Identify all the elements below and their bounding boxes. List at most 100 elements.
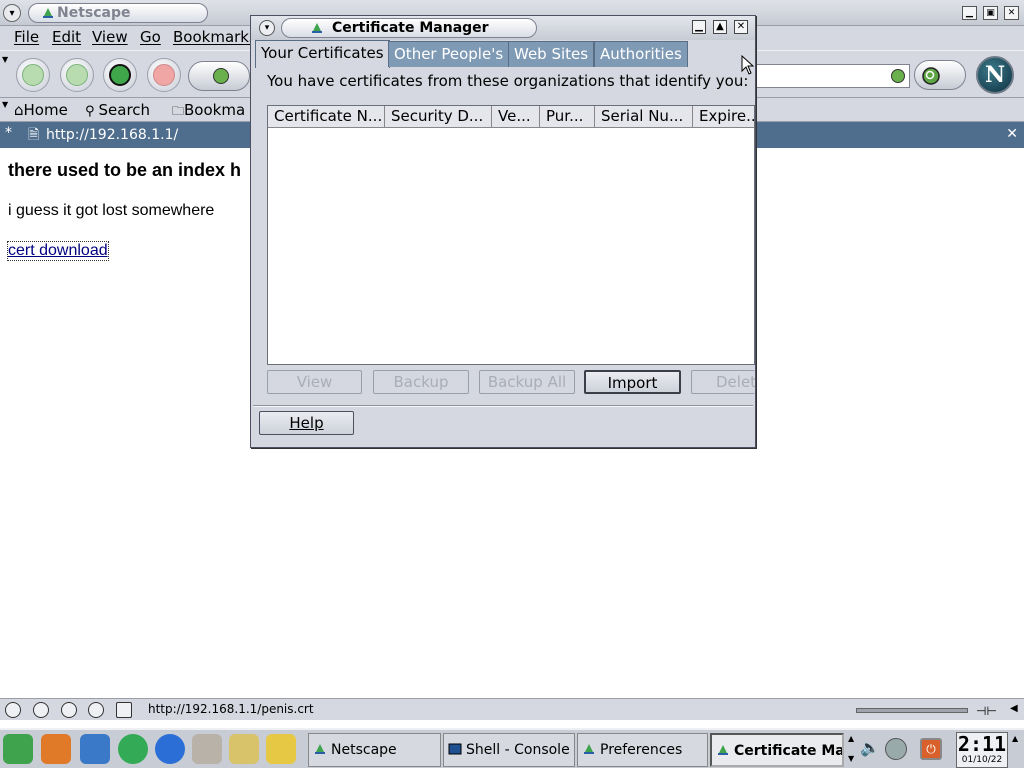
task-certificate-manager[interactable]: Certificate Man — [710, 733, 844, 767]
folder-icon: 🗀 — [172, 104, 185, 118]
netscape-throbber-icon[interactable]: N — [976, 56, 1014, 94]
cube-launcher-icon[interactable] — [80, 734, 110, 764]
printer-launcher-icon[interactable] — [192, 734, 222, 764]
globe-launcher-icon[interactable] — [155, 734, 185, 764]
column-header-version[interactable]: Ve... — [492, 106, 540, 128]
tab-your-certificates[interactable]: Your Certificates — [255, 40, 390, 68]
connection-plug-icon: ⊣⊢ — [976, 704, 997, 718]
url-history-icon[interactable] — [891, 69, 905, 83]
search-icon: ⚲ — [85, 104, 95, 119]
bookmarks-folder-button[interactable]: 🗀Bookma — [172, 101, 245, 123]
dialog-title: Certificate Manager — [281, 18, 537, 38]
dialog-title-text: Certificate Manager — [332, 20, 489, 36]
browser-title: Netscape — [28, 3, 208, 23]
mandrake-logo-icon — [315, 744, 325, 754]
minimize-button[interactable]: ▁ — [962, 6, 977, 20]
column-header-certificate-name[interactable]: Certificate N... — [268, 106, 385, 128]
reload-button[interactable] — [103, 58, 137, 92]
maximize-button[interactable]: ▣ — [983, 6, 998, 20]
status-url: http://192.168.1.1/penis.crt — [148, 702, 314, 716]
forward-button[interactable] — [60, 58, 94, 92]
tools-icon[interactable] — [88, 702, 104, 718]
back-button[interactable] — [16, 58, 50, 92]
magnifier-icon — [922, 67, 940, 85]
mandrake-logo-icon — [43, 8, 53, 18]
tab-current-page[interactable]: 🗎 http://192.168.1.1/ — [22, 124, 252, 148]
tray-arrow-icon[interactable]: ▲ — [1012, 734, 1018, 743]
user-icon[interactable] — [885, 738, 907, 760]
view-button[interactable]: View — [267, 370, 362, 394]
mail-icon[interactable] — [33, 702, 49, 718]
delete-button[interactable]: Delet — [691, 370, 755, 394]
browser-title-text: Netscape — [57, 5, 131, 21]
window-menu-icon[interactable]: ▾ — [3, 4, 21, 22]
page-document-icon: 🗎 — [28, 127, 40, 143]
dialog-separator — [253, 405, 753, 407]
runner-launcher-icon[interactable] — [118, 734, 148, 764]
mandrake-logo-icon — [584, 744, 594, 754]
menu-edit[interactable]: Edit — [52, 28, 81, 46]
toolbar-grippy-icon[interactable]: ▼ — [2, 55, 8, 64]
column-header-expires[interactable]: Expire... — [693, 106, 754, 128]
task-scroll-down-icon[interactable]: ▼ — [848, 754, 854, 763]
tab-authorities[interactable]: Authorities — [594, 41, 688, 67]
pencil-launcher-icon[interactable] — [266, 734, 296, 764]
search-button[interactable] — [914, 60, 966, 90]
task-scroll-up-icon[interactable]: ▲ — [848, 734, 854, 743]
menu-view[interactable]: View — [92, 28, 128, 46]
taskbar: Netscape Shell - Console Preferences Cer… — [0, 728, 1024, 768]
mandrake-logo-icon — [312, 23, 322, 33]
console-icon — [448, 743, 462, 755]
backup-button[interactable]: Backup — [373, 370, 469, 394]
speaker-icon[interactable]: 🔈 — [860, 738, 882, 760]
help-button[interactable]: Help — [259, 411, 354, 435]
dialog-titlebar: ▾ Certificate Manager ▁ ▲ ✕ — [251, 16, 755, 40]
search-link-button[interactable]: ⚲ Search — [85, 101, 150, 119]
task-netscape[interactable]: Netscape — [308, 733, 441, 767]
navigator-icon[interactable] — [5, 702, 21, 718]
close-button[interactable]: ✕ — [1004, 6, 1019, 20]
page-paragraph: i guess it got lost somewhere — [8, 202, 215, 219]
url-input[interactable] — [750, 64, 910, 88]
url-dropdown-button[interactable] — [188, 61, 250, 91]
menu-file[interactable]: File — [14, 28, 39, 46]
task-shell-console[interactable]: Shell - Console — [443, 733, 575, 767]
people-launcher-icon[interactable] — [229, 734, 259, 764]
close-button[interactable]: ✕ — [734, 20, 748, 34]
task-preferences[interactable]: Preferences — [577, 733, 708, 767]
close-tab-icon[interactable]: ✕ — [1006, 126, 1018, 142]
menu-bookmarks[interactable]: Bookmarks — [173, 28, 257, 46]
mandrake-logo-icon — [718, 745, 728, 755]
home-button[interactable]: ⌂Home — [14, 101, 68, 119]
composer-icon[interactable] — [61, 702, 77, 718]
certificate-table[interactable]: Certificate N... Security D... Ve... Pur… — [267, 105, 755, 365]
dialog-description: You have certificates from these organiz… — [267, 72, 749, 90]
main-menu-icon[interactable] — [3, 734, 33, 764]
backup-all-button[interactable]: Backup All — [479, 370, 575, 394]
window-menu-icon[interactable]: ▾ — [259, 20, 275, 36]
status-bar: http://192.168.1.1/penis.crt ⊣⊢ ◀ — [0, 698, 1024, 720]
stop-button[interactable] — [147, 58, 181, 92]
certificate-manager-dialog: ▾ Certificate Manager ▁ ▲ ✕ Your Certifi… — [250, 15, 756, 448]
progress-meter — [856, 708, 968, 713]
column-header-security-device[interactable]: Security D... — [385, 106, 492, 128]
mouse-cursor-icon — [741, 55, 755, 75]
terminal-launcher-icon[interactable] — [41, 734, 71, 764]
import-button[interactable]: Import — [584, 370, 681, 394]
menu-go[interactable]: Go — [140, 28, 161, 46]
cert-download-link[interactable]: cert download — [7, 241, 109, 261]
minimize-button[interactable]: ▁ — [692, 20, 706, 34]
power-icon[interactable]: ⏻ — [920, 738, 942, 760]
maximize-button[interactable]: ▲ — [713, 20, 727, 34]
tab-other-peoples[interactable]: Other People's — [388, 41, 510, 67]
new-tab-icon[interactable]: * — [5, 125, 12, 141]
toolbar-grippy-icon[interactable]: ▼ — [2, 100, 8, 109]
column-header-serial-number[interactable]: Serial Nu... — [595, 106, 693, 128]
toolbar-grippy-icon[interactable]: ◀ — [1010, 703, 1018, 714]
column-header-purposes[interactable]: Pur... — [540, 106, 595, 128]
clock[interactable]: 2:11 01/10/22 — [956, 732, 1008, 768]
home-icon: ⌂ — [14, 101, 24, 119]
page-heading: there used to be an index h — [8, 160, 242, 180]
tab-web-sites[interactable]: Web Sites — [508, 41, 595, 67]
chat-icon[interactable] — [116, 702, 132, 718]
